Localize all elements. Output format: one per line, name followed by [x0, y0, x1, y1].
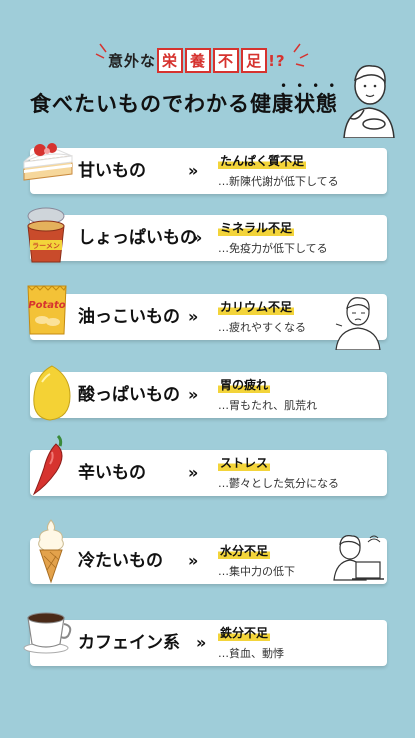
- ice-cream-icon: [38, 519, 64, 584]
- subtitle: 意外な栄養不足!?: [108, 48, 286, 73]
- deficiency-label: 胃の疲れ: [218, 376, 271, 393]
- symptom-text: …免疫力が低下してる: [218, 242, 328, 255]
- symptom-text: …新陳代謝が低下してる: [218, 175, 339, 188]
- list-item: 酸っぱいもの » 胃の疲れ …胃もたれ、肌荒れ: [30, 372, 387, 418]
- cake-icon: [23, 143, 73, 181]
- list-item: カフェイン系 » 鉄分不足 …貧血、動悸: [30, 620, 387, 666]
- arrow-icon: »: [196, 633, 207, 652]
- arrow-icon: »: [188, 385, 199, 404]
- food-label: 冷たいもの: [78, 551, 163, 571]
- subtitle-prefix: 意外な: [108, 52, 157, 70]
- food-label: 油っこいもの: [78, 307, 180, 327]
- header: 意外な栄養不足!? •••• 食べたいものでわかる健康状態: [0, 0, 415, 138]
- deficiency-label: 水分不足: [218, 542, 271, 559]
- subtitle-char: 不: [213, 48, 240, 73]
- arrow-icon: »: [188, 307, 199, 326]
- coffee-cup-icon: [23, 612, 72, 654]
- arrow-icon: »: [188, 463, 199, 482]
- food-label: しょっぱいもの: [78, 228, 197, 248]
- list-item: しょっぱいもの » ミネラル不足 …免疫力が低下してる: [30, 215, 387, 261]
- lemon-icon: [33, 365, 71, 421]
- deficiency-label: ミネラル不足: [218, 219, 295, 236]
- symptom-text: …疲れやすくなる: [218, 321, 306, 334]
- subtitle-char: 足: [241, 48, 268, 73]
- food-label: カフェイン系: [78, 633, 180, 653]
- subtitle-char: 栄: [157, 48, 184, 73]
- food-label: 辛いもの: [78, 463, 146, 483]
- noodle-cup-icon: ラーメン: [27, 207, 65, 263]
- symptom-text: …集中力の低下: [218, 565, 295, 578]
- person-eating-icon: [343, 65, 395, 138]
- symptom-text: …胃もたれ、肌荒れ: [218, 399, 318, 412]
- food-label: 酸っぱいもの: [78, 385, 180, 405]
- food-label: 甘いもの: [78, 161, 146, 181]
- list-item: 甘いもの » たんぱく質不足 …新陳代謝が低下してる: [30, 148, 387, 194]
- tired-person-icon: [335, 297, 381, 350]
- noodle-cup-label: ラーメン: [32, 242, 60, 250]
- chili-pepper-icon: [32, 434, 63, 496]
- subtitle-suffix: !?: [268, 52, 286, 70]
- subtitle-char: 養: [185, 48, 212, 73]
- arrow-icon: »: [188, 551, 199, 570]
- chips-bag-label: Potato: [28, 300, 66, 311]
- deficiency-label: ストレス: [218, 454, 271, 471]
- deficiency-label: たんぱく質不足: [218, 152, 307, 169]
- laptop-person-icon: [333, 535, 384, 581]
- chips-bag-icon: Potato: [27, 285, 67, 335]
- arrow-icon: »: [192, 228, 203, 247]
- arrow-icon: »: [188, 161, 199, 180]
- symptom-text: …貧血、動悸: [218, 647, 284, 660]
- page-title: 食べたいものでわかる健康状態: [30, 92, 338, 116]
- deficiency-label: カリウム不足: [218, 298, 295, 315]
- symptom-text: …鬱々とした気分になる: [218, 477, 339, 490]
- deficiency-label: 鉄分不足: [218, 624, 271, 641]
- list-item: 辛いもの » ストレス …鬱々とした気分になる: [30, 450, 387, 496]
